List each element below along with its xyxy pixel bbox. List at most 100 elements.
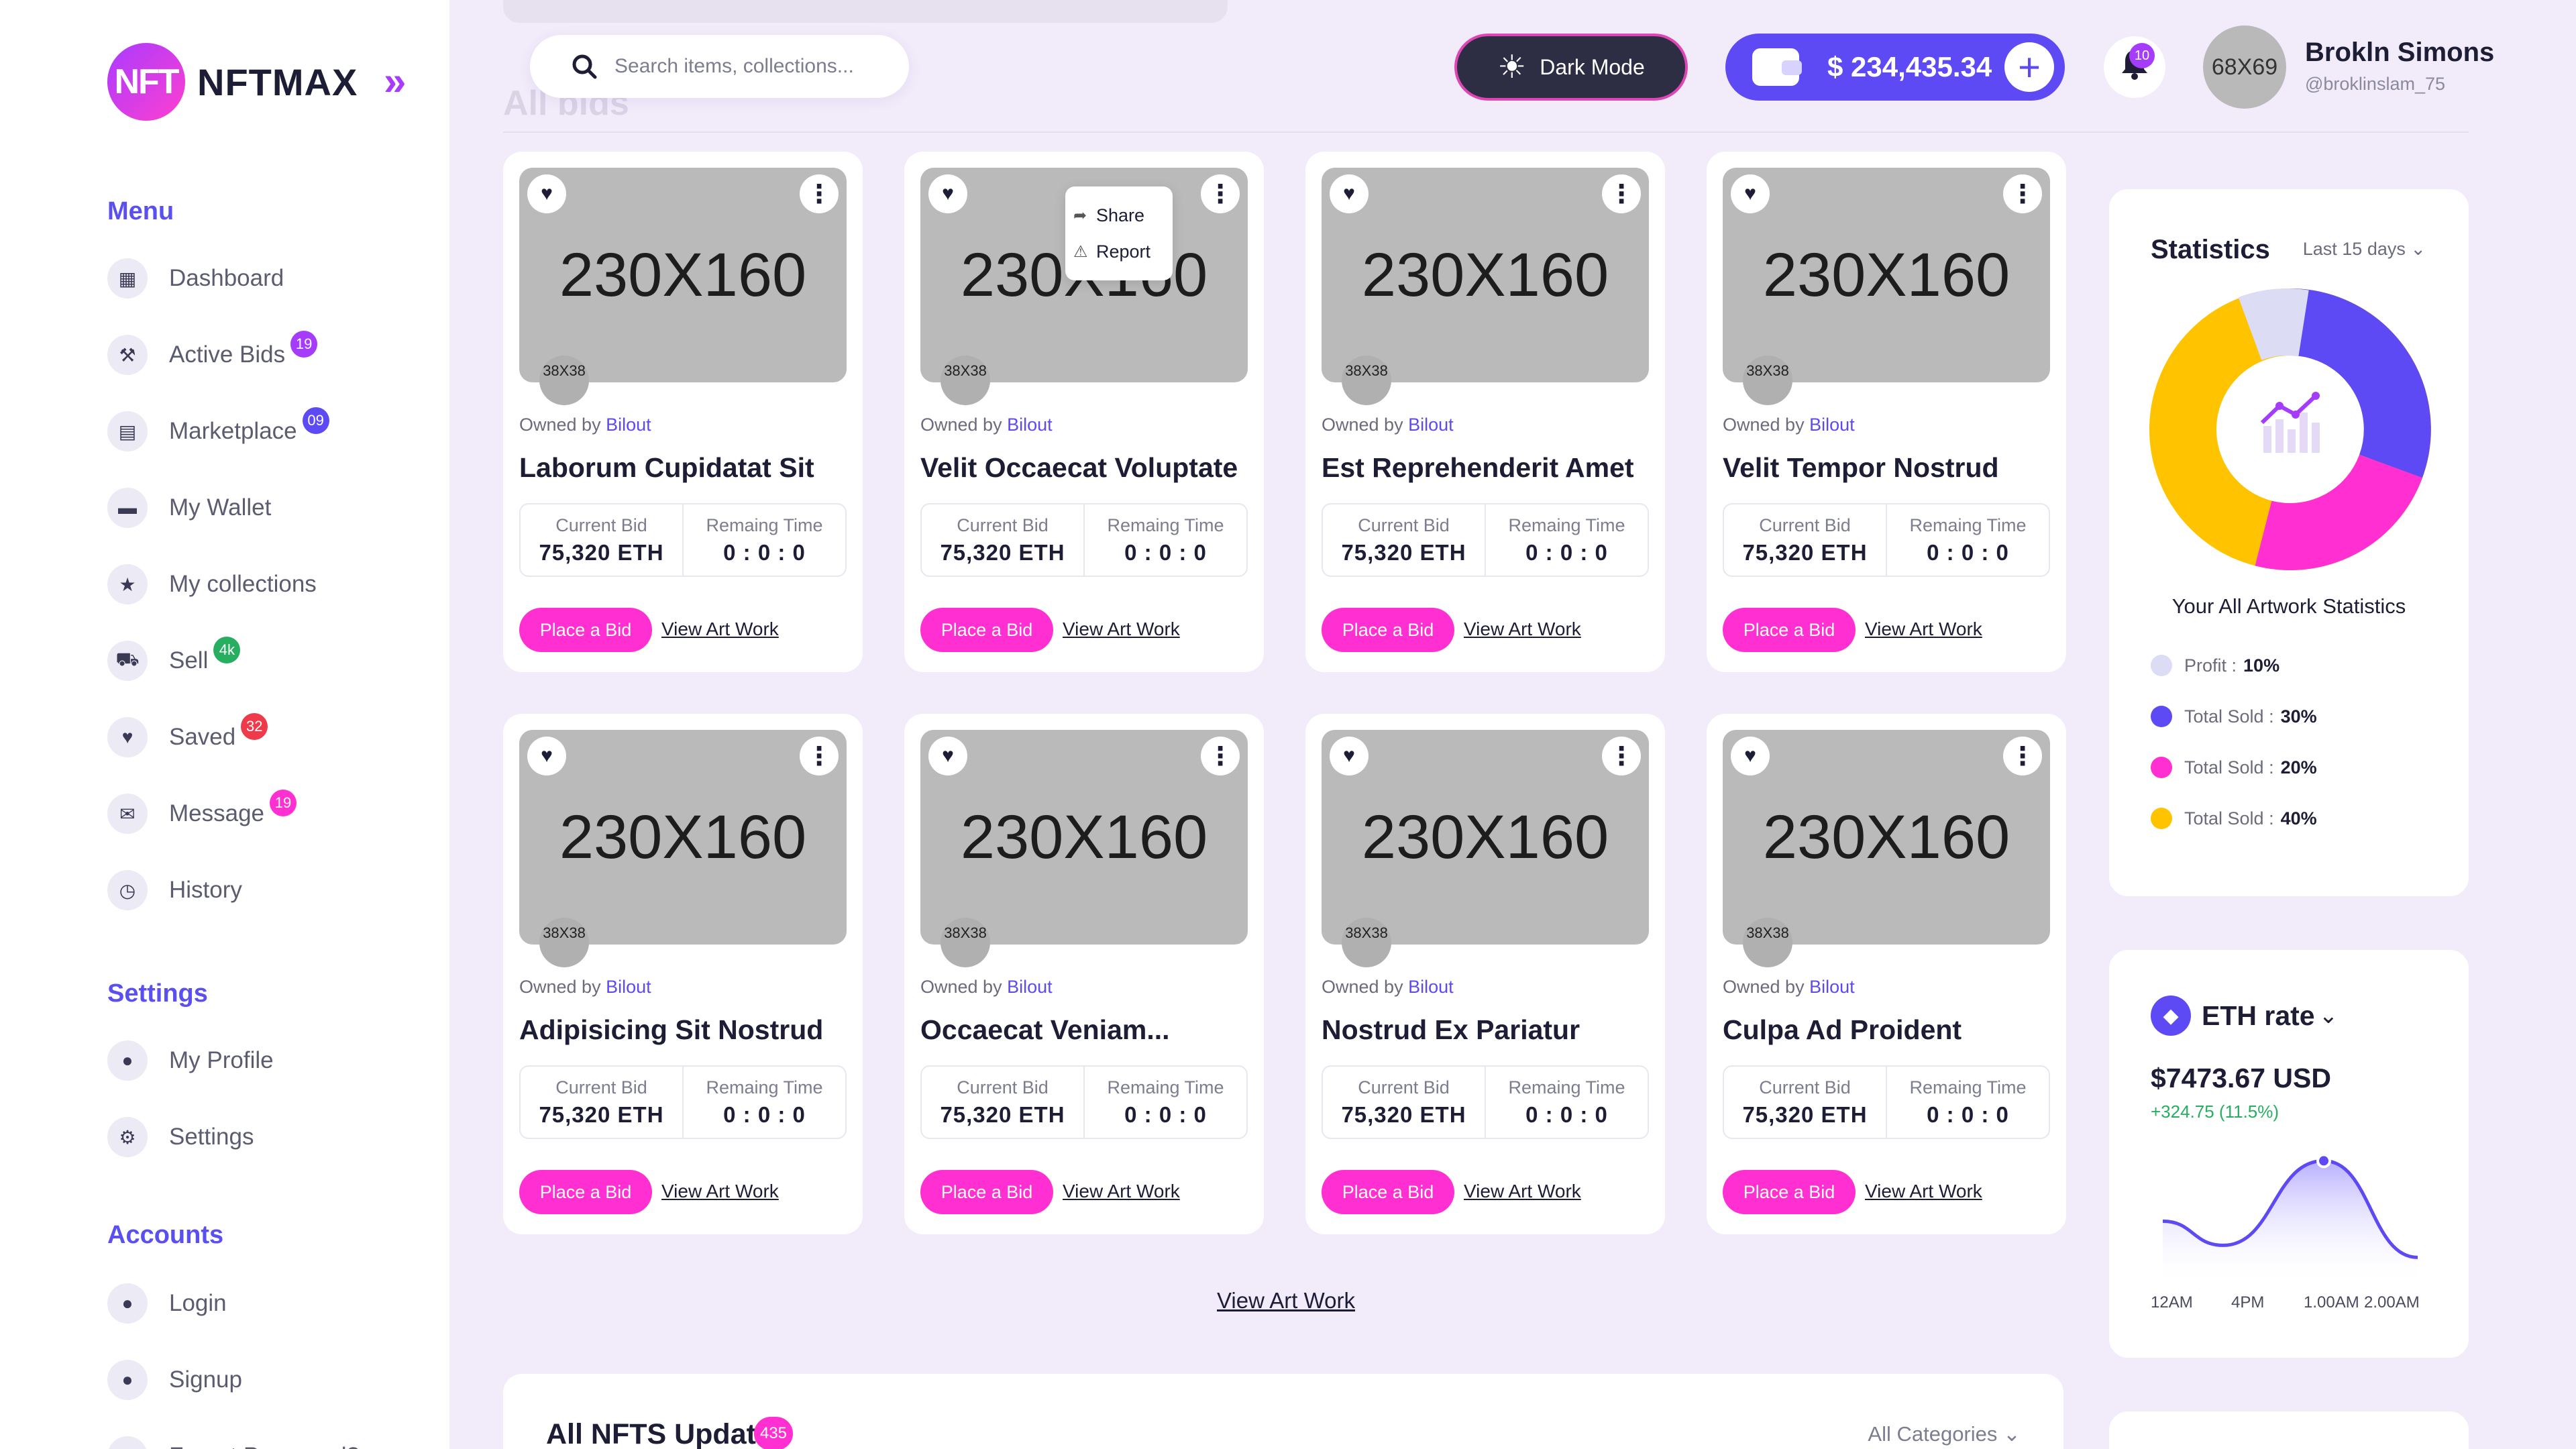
owner-avatar[interactable]: 38X38: [539, 356, 589, 405]
owner-avatar[interactable]: 38X38: [539, 918, 589, 967]
nft-title[interactable]: Velit Occaecat Voluptate: [920, 452, 1238, 484]
owner-avatar[interactable]: 38X38: [941, 356, 990, 405]
view-art-work-link[interactable]: View Art Work: [661, 619, 779, 640]
more-options-button[interactable]: ⋮: [2003, 174, 2042, 213]
favorite-button[interactable]: ♥: [1731, 737, 1770, 775]
dark-mode-toggle[interactable]: ☀ Dark Mode: [1454, 34, 1688, 101]
remaining-time-label: Remaing Time: [1508, 515, 1625, 535]
place-bid-button[interactable]: Place a Bid: [920, 1170, 1053, 1214]
owner-line: Owned by Bilout: [1322, 977, 1454, 998]
category-select[interactable]: All Categories ⌄: [1868, 1422, 2021, 1446]
more-options-button[interactable]: ⋮: [1201, 174, 1240, 213]
favorite-button[interactable]: ♥: [928, 737, 967, 775]
owner-link[interactable]: Bilout: [606, 977, 651, 997]
nft-image-placeholder[interactable]: 230X160: [1322, 730, 1649, 945]
owner-avatar[interactable]: 38X38: [1342, 356, 1391, 405]
owner-link[interactable]: Bilout: [606, 415, 651, 435]
search-input[interactable]: Search items, collections...: [614, 55, 854, 78]
nft-image-placeholder[interactable]: 230X160: [1723, 730, 2050, 945]
current-bid: Current Bid 75,320 ETH: [1724, 1067, 1886, 1138]
avatar[interactable]: 68X69: [2203, 25, 2286, 109]
more-options-button[interactable]: ⋮: [800, 737, 839, 775]
more-options-button[interactable]: ⋮: [1602, 737, 1641, 775]
view-art-work-link[interactable]: View Art Work: [1464, 619, 1581, 640]
period-select[interactable]: Last 15 days ⌄: [2303, 239, 2426, 260]
logo[interactable]: NFT NFTMAX: [107, 43, 358, 121]
nft-image-placeholder[interactable]: 230X160: [519, 730, 847, 945]
view-art-work-link[interactable]: View Art Work: [661, 1181, 779, 1202]
owner-link[interactable]: Bilout: [1007, 415, 1053, 435]
nft-title[interactable]: Laborum Cupidatat Sit: [519, 452, 814, 484]
nft-image-placeholder[interactable]: 230X160: [1723, 168, 2050, 382]
view-art-work-link[interactable]: View Art Work: [1865, 1181, 1982, 1202]
nft-title[interactable]: Nostrud Ex Pariatur: [1322, 1014, 1580, 1046]
sidebar-item-history[interactable]: ◷ History: [107, 867, 242, 914]
nft-title[interactable]: Est Reprehenderit Amet: [1322, 452, 1634, 484]
sidebar-item-forget-password-[interactable]: ● Forget Password?: [107, 1433, 360, 1449]
owner-avatar[interactable]: 38X38: [941, 918, 990, 967]
favorite-button[interactable]: ♥: [1330, 737, 1368, 775]
notifications-button[interactable]: 10: [2104, 36, 2165, 98]
place-bid-button[interactable]: Place a Bid: [1322, 608, 1454, 652]
nft-image-placeholder[interactable]: 230X160: [1322, 168, 1649, 382]
sidebar-item-sell[interactable]: ⛟ Sell 4k: [107, 637, 241, 684]
collapse-sidebar-icon[interactable]: »: [384, 58, 407, 104]
view-art-work-link[interactable]: View Art Work: [1217, 1288, 1355, 1313]
nft-image-placeholder[interactable]: 230X160: [920, 730, 1248, 945]
nft-image-placeholder[interactable]: 230X160: [519, 168, 847, 382]
view-art-work-link[interactable]: View Art Work: [1063, 619, 1180, 640]
owner-link[interactable]: Bilout: [1408, 415, 1454, 435]
more-options-button[interactable]: ⋮: [1201, 737, 1240, 775]
nft-title[interactable]: Occaecat Veniam...: [920, 1014, 1170, 1046]
more-options-button[interactable]: ⋮: [2003, 737, 2042, 775]
sidebar-item-marketplace[interactable]: ▤ Marketplace 09: [107, 407, 329, 455]
favorite-button[interactable]: ♥: [1330, 174, 1368, 213]
menu-item-report[interactable]: ⚠ Report: [1073, 233, 1165, 270]
favorite-button[interactable]: ♥: [1731, 174, 1770, 213]
place-bid-button[interactable]: Place a Bid: [1723, 1170, 1856, 1214]
sidebar-item-dashboard[interactable]: ▦ Dashboard: [107, 255, 284, 302]
owner-link[interactable]: Bilout: [1809, 977, 1855, 997]
add-funds-button[interactable]: +: [2004, 42, 2054, 92]
nft-title[interactable]: Velit Tempor Nostrud: [1723, 452, 1999, 484]
place-bid-button[interactable]: Place a Bid: [920, 608, 1053, 652]
wallet-balance-button[interactable]: $ 234,435.34 +: [1725, 34, 2065, 101]
favorite-button[interactable]: ♥: [527, 737, 566, 775]
place-bid-button[interactable]: Place a Bid: [1723, 608, 1856, 652]
owner-avatar[interactable]: 38X38: [1342, 918, 1391, 967]
place-bid-button[interactable]: Place a Bid: [519, 1170, 652, 1214]
place-bid-button[interactable]: Place a Bid: [1322, 1170, 1454, 1214]
sidebar-item-login[interactable]: ● Login: [107, 1280, 227, 1327]
favorite-button[interactable]: ♥: [928, 174, 967, 213]
sidebar-item-settings[interactable]: ⚙ Settings: [107, 1114, 254, 1161]
owner-link[interactable]: Bilout: [1408, 977, 1454, 997]
favorite-button[interactable]: ♥: [527, 174, 566, 213]
owner-link[interactable]: Bilout: [1809, 415, 1855, 435]
sidebar-item-saved[interactable]: ♥ Saved 32: [107, 713, 268, 761]
more-options-button[interactable]: ⋮: [1602, 174, 1641, 213]
eth-rate-peak-point: [2316, 1153, 2331, 1169]
bid-info: Current Bid 75,320 ETH Remaing Time 0 : 0 :…: [1322, 503, 1649, 577]
sidebar-item-my-profile[interactable]: ● My Profile: [107, 1037, 274, 1084]
owner-link[interactable]: Bilout: [1007, 977, 1053, 997]
sidebar: NFT NFTMAX » Menu ▦ Dashboard ⚒ Active Bids…: [0, 0, 449, 1449]
sidebar-item-message[interactable]: ✉ Message 19: [107, 790, 297, 837]
sidebar-item-my-wallet[interactable]: ▬ My Wallet: [107, 484, 271, 531]
nft-title[interactable]: Culpa Ad Proident: [1723, 1014, 1962, 1046]
bid-info: Current Bid 75,320 ETH Remaing Time 0 : 0 :…: [519, 1065, 847, 1139]
eth-rate-select[interactable]: ◆ ETH rate ⌄: [2151, 996, 2338, 1036]
view-art-work-link[interactable]: View Art Work: [1865, 619, 1982, 640]
nft-title[interactable]: Adipisicing Sit Nostrud: [519, 1014, 823, 1046]
remaining-time: Remaing Time 0 : 0 : 0: [1886, 1067, 2049, 1138]
owner-avatar[interactable]: 38X38: [1743, 356, 1792, 405]
place-bid-button[interactable]: Place a Bid: [519, 608, 652, 652]
search-bar[interactable]: Search items, collections...: [530, 35, 909, 98]
view-art-work-link[interactable]: View Art Work: [1464, 1181, 1581, 1202]
menu-item-share[interactable]: ➦ Share: [1073, 197, 1165, 233]
sidebar-item-active-bids[interactable]: ⚒ Active Bids 19: [107, 331, 318, 378]
sidebar-item-my-collections[interactable]: ★ My collections: [107, 561, 317, 608]
sidebar-item-signup[interactable]: ● Signup: [107, 1356, 242, 1403]
owner-avatar[interactable]: 38X38: [1743, 918, 1792, 967]
more-options-button[interactable]: ⋮: [800, 174, 839, 213]
view-art-work-link[interactable]: View Art Work: [1063, 1181, 1180, 1202]
